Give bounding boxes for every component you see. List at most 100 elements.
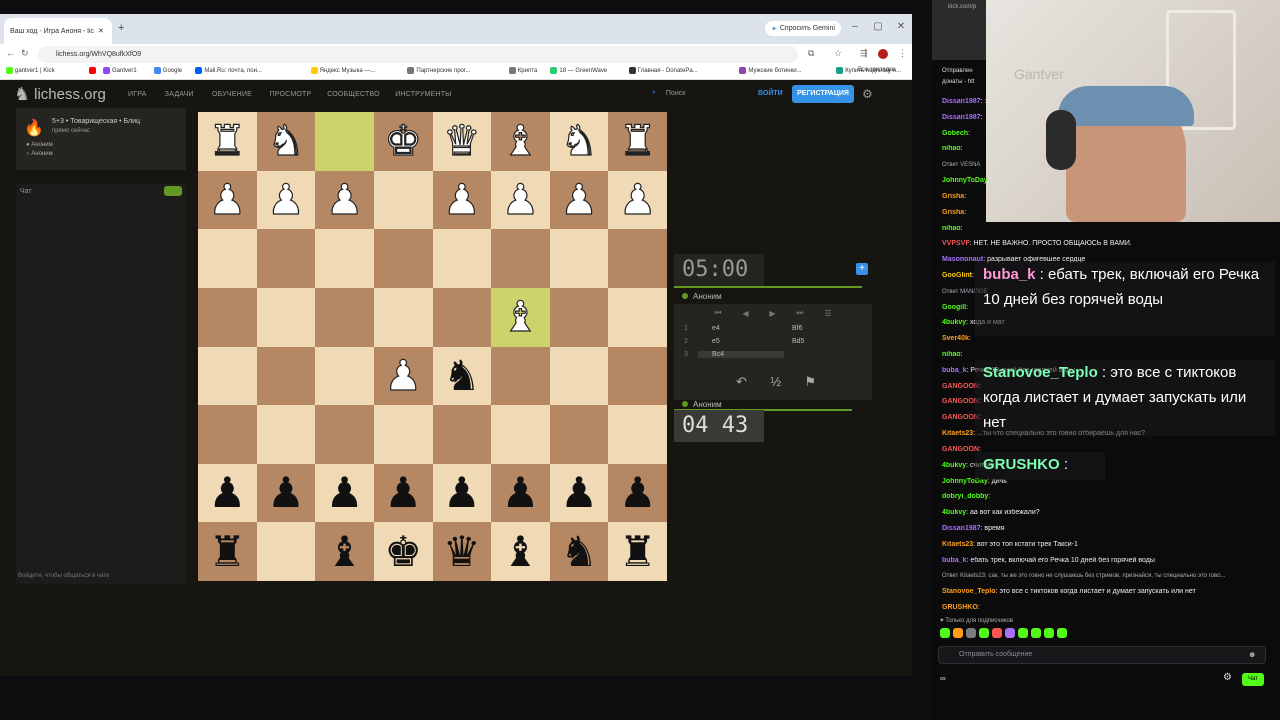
board-square[interactable]: ♟ [549,463,609,523]
bookmark-item[interactable]: Мужские ботинки... [739,67,802,74]
chat-username[interactable]: Dissan1987 [942,525,981,532]
board-square[interactable] [549,405,609,464]
chat-username[interactable]: Kitaets23 [942,541,973,548]
board-square[interactable]: ♟ [315,463,374,523]
board-square[interactable]: ♞ [549,522,609,581]
board-square[interactable]: ♟ [373,463,433,523]
chat-username[interactable]: nihao [942,145,961,152]
resign-flag-icon[interactable]: ⚑ [804,374,816,390]
white-pawn-piece[interactable]: ♟ [325,178,364,221]
nav-обучение[interactable]: ОБУЧЕНИЕ [212,91,252,98]
bookmark-item[interactable]: Mail.Ru: почта, пои... [195,67,262,74]
chat-username[interactable]: Grisha [942,193,964,200]
chat-username[interactable]: GANGOON [942,446,979,453]
nav-просмотр[interactable]: ПРОСМОТР [270,91,312,98]
board-square[interactable] [198,346,257,406]
bookmark-item[interactable]: Яндекс Музыка —... [310,67,375,74]
emote-icon[interactable] [966,628,976,638]
bookmark-item[interactable]: 18 — GreenWave [550,67,607,74]
bookmark-item[interactable]: Главная - DonatePa... [628,67,698,74]
minimize-icon[interactable]: – [847,21,863,32]
board-square[interactable]: ♞ [549,112,609,171]
add-time-button[interactable]: + [856,263,868,275]
board-square[interactable] [549,346,609,406]
board-square[interactable]: ♝ [315,522,374,581]
board-square[interactable] [608,287,667,347]
chat-settings-icon[interactable]: ⚙ [1223,672,1232,683]
emote-icon[interactable] [1018,628,1028,638]
board-square[interactable] [549,287,609,347]
offer-draw-button[interactable]: ½ [770,374,781,390]
board-square[interactable]: ♟ [608,463,667,523]
player-black[interactable]: ○ Аноним [26,151,53,157]
chat-username[interactable]: Kitaets23 [942,430,973,437]
board-square[interactable] [373,170,433,230]
board-square[interactable]: ♛ [432,112,492,171]
chat-username[interactable]: Sver40k [942,335,969,342]
chat-username[interactable]: GANGOON [942,383,979,390]
player-white[interactable]: ● Аноним [26,142,53,148]
search-box[interactable]: ⌕ Поиск [652,89,685,97]
active-tab[interactable]: Ваш ход - Игра Аноня - lichess ✕ [4,18,112,44]
board-square[interactable] [315,405,374,464]
white-pawn-piece[interactable]: ♟ [560,178,599,221]
board-square[interactable] [549,229,609,288]
board-square[interactable] [373,405,433,464]
board-square[interactable]: ♟ [256,170,316,230]
new-tab-icon[interactable]: + [118,22,124,34]
board-square[interactable] [256,346,316,406]
login-link[interactable]: ВОЙТИ [758,90,783,97]
black-pawn-piece[interactable]: ♟ [384,472,422,514]
white-pawn-piece[interactable]: ♟ [501,178,540,221]
white-king-piece[interactable]: ♚ [384,119,423,162]
white-queen-piece[interactable]: ♛ [442,119,481,162]
nav-игра[interactable]: ИГРА [128,91,147,98]
black-king-piece[interactable]: ♚ [384,530,422,573]
player-top[interactable]: Аноним [674,288,872,304]
board-square[interactable] [315,346,374,406]
all-bookmarks[interactable]: Все закладки [858,67,895,73]
last-move-icon[interactable]: ⏭ [796,308,803,318]
chat-username[interactable]: Stanovoe_Teplo [942,588,996,595]
nav-инструменты[interactable]: ИНСТРУМЕНТЫ [395,91,451,98]
extensions-icon[interactable]: ⇶ [860,48,868,59]
next-move-icon[interactable]: ▶ [769,309,775,318]
board-square[interactable]: ♟ [432,170,492,230]
board-square[interactable]: ♜ [608,522,667,581]
black-pawn-piece[interactable]: ♟ [443,472,481,514]
chat-username[interactable]: 4bukvy [942,509,966,516]
board-square[interactable]: ♟ [373,346,433,406]
chat-username[interactable]: JohnnyToDay [942,177,988,184]
chat-username[interactable]: GRUSHKO [942,604,978,611]
chat-username[interactable]: Gobech [942,130,968,137]
board-square[interactable]: ♜ [198,522,257,581]
emoji-icon[interactable]: ☻ [1248,650,1256,659]
chat-username[interactable]: dobryi_dobby [942,493,988,500]
send-message-input[interactable]: Отправить сообщение [938,646,1266,664]
white-pawn-piece[interactable]: ♟ [442,178,481,221]
white-pawn-piece[interactable]: ♟ [618,178,657,221]
black-queen-piece[interactable]: ♛ [443,530,481,573]
board-square[interactable]: ♟ [491,170,550,230]
white-knight-piece[interactable]: ♞ [267,119,306,162]
board-square[interactable] [198,405,257,464]
bookmark-item[interactable]: Google [153,67,182,74]
white-pawn-piece[interactable]: ♟ [384,354,423,397]
board-square[interactable]: ♝ [491,287,550,347]
chat-username[interactable]: GANGOON [942,398,979,405]
board-square[interactable] [315,112,374,171]
side-url[interactable]: kick.com/p [948,4,976,10]
emote-icon[interactable] [992,628,1002,638]
white-move[interactable]: e4 [698,325,784,332]
emote-icon[interactable] [953,628,963,638]
chat-username[interactable]: Googill [942,304,966,311]
board-square[interactable]: ♟ [315,170,374,230]
url-field[interactable]: lichess.org/WhVQ8ufkXfO9 [38,46,798,63]
reload-icon[interactable]: ↻ [21,48,29,59]
close-window-icon[interactable]: ✕ [893,21,909,32]
board-square[interactable] [256,405,316,464]
close-tab-icon[interactable]: ✕ [98,27,104,35]
chat-username[interactable]: Dissan1987 [942,98,981,105]
board-square[interactable]: ♟ [256,463,316,523]
board-square[interactable] [373,229,433,288]
